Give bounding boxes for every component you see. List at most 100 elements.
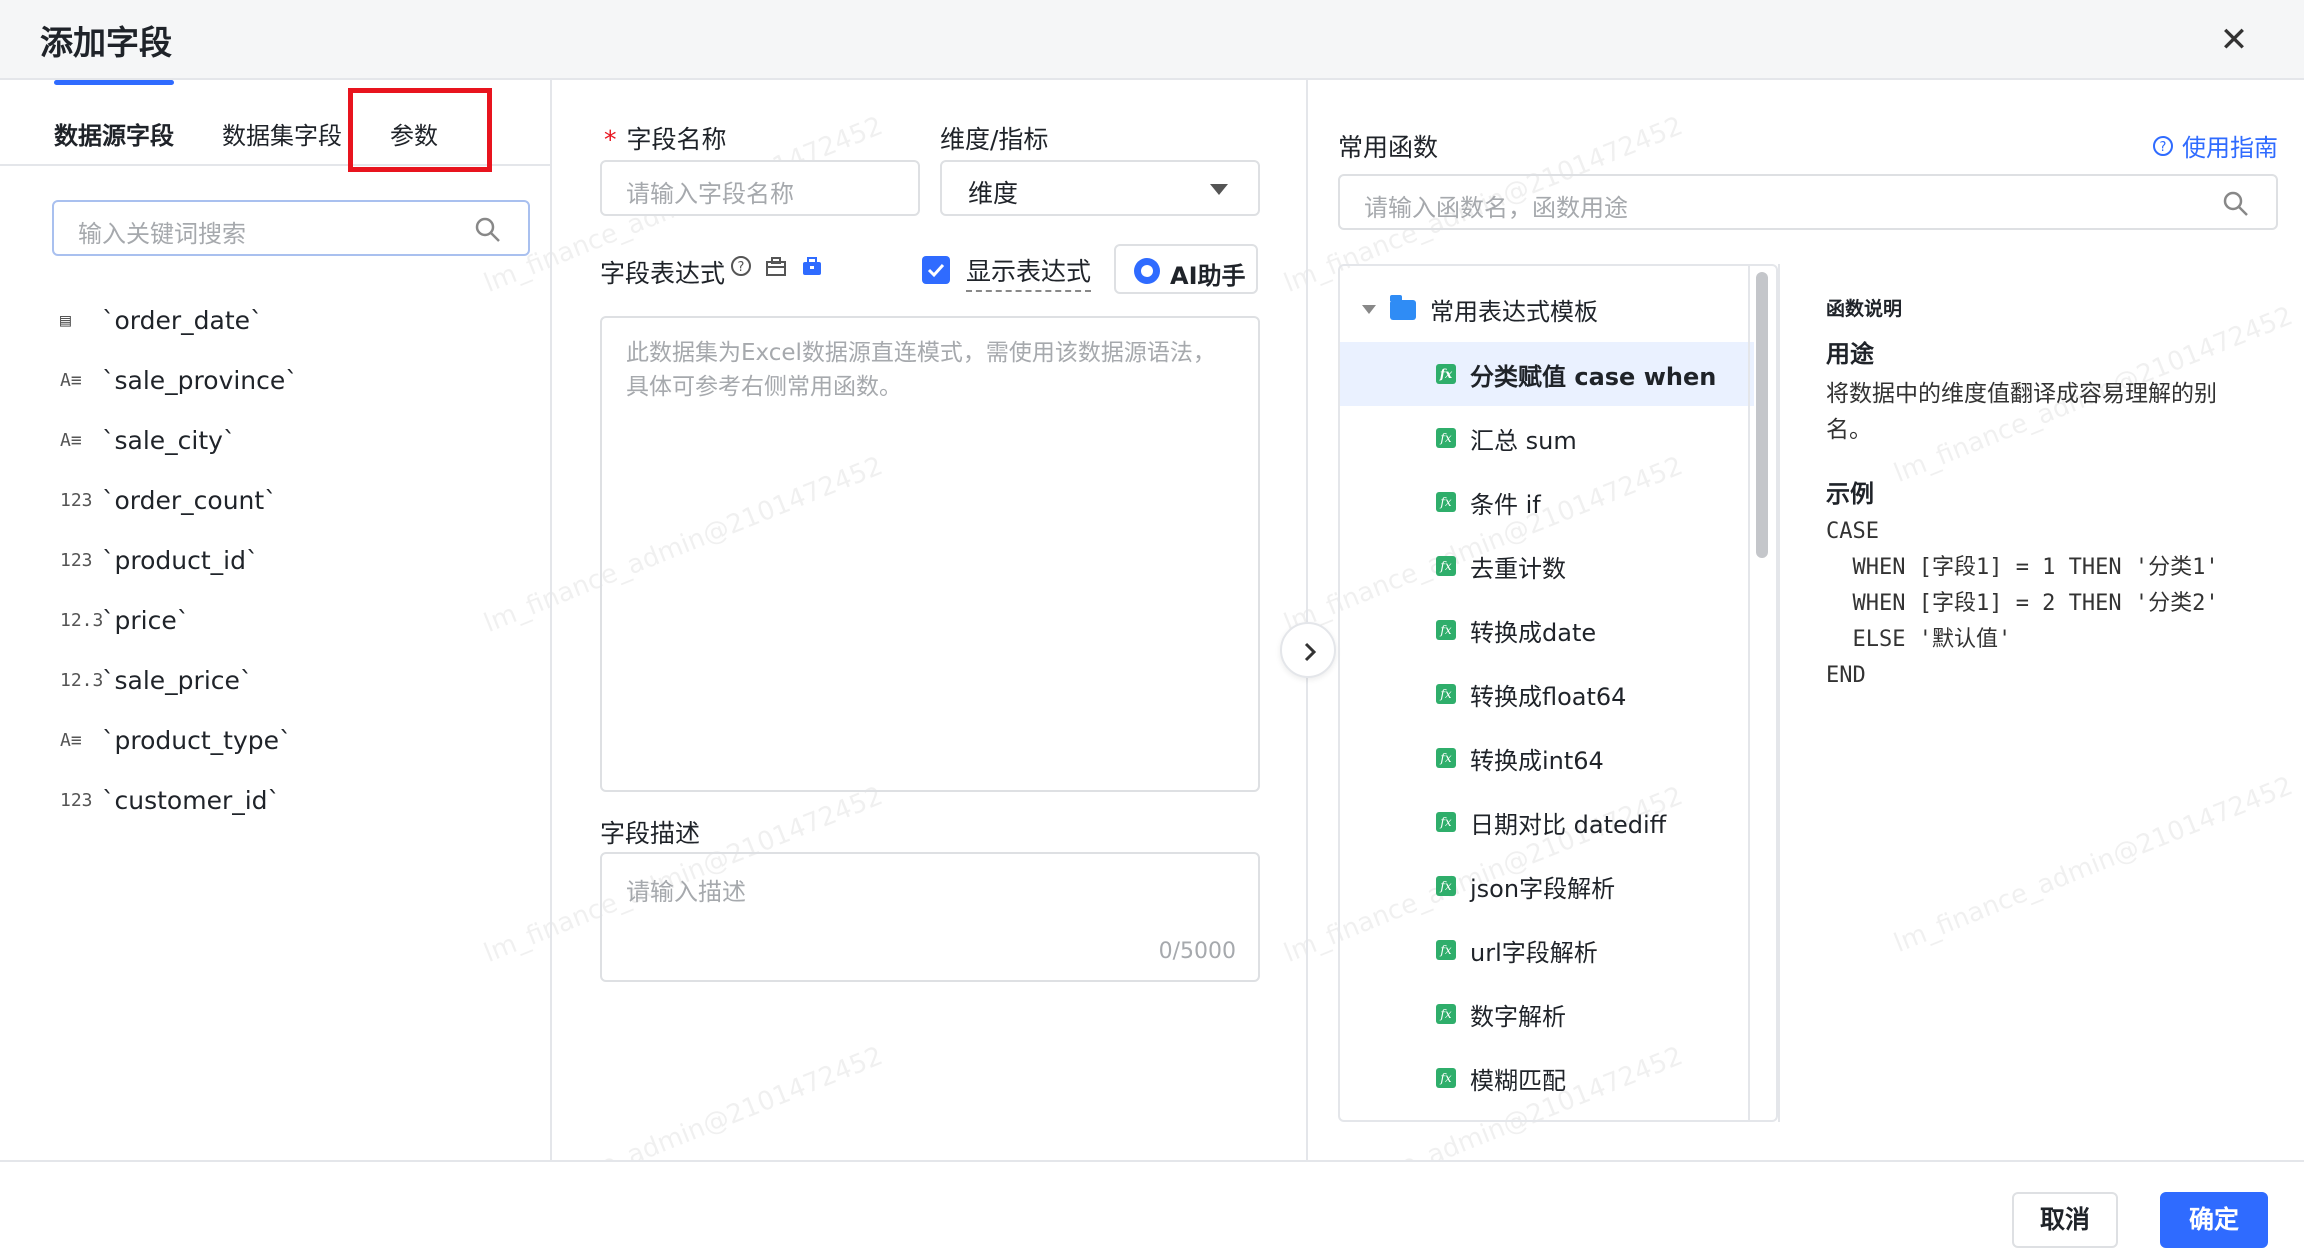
integer-icon: 123 — [60, 789, 93, 811]
ai-icon — [1134, 258, 1160, 284]
list-item[interactable]: ▤ `order_date` — [60, 290, 540, 350]
list-item[interactable]: 12.3 `price` — [60, 590, 540, 650]
doc-example-code: CASE WHEN [字段1] = 1 THEN '分类1' WHEN [字段1… — [1826, 519, 2219, 688]
briefcase-icon[interactable] — [800, 254, 824, 284]
confirm-button[interactable]: 确定 — [2160, 1192, 2268, 1248]
field-name: `price` — [102, 605, 190, 635]
dialog-footer: 取消 确定 — [0, 1160, 2304, 1258]
field-name: `order_date` — [102, 305, 263, 335]
help-icon[interactable]: ? — [730, 255, 752, 283]
tree-item-label: 模糊匹配 — [1470, 1066, 1566, 1095]
fx-icon: fx — [1436, 492, 1456, 512]
expression-label: 字段表达式 — [600, 259, 726, 288]
help-icon: ? — [2153, 135, 2173, 156]
tree-item[interactable]: fx 分类赋值 case when — [1340, 342, 1754, 406]
fx-icon: fx — [1436, 876, 1456, 896]
search-icon[interactable] — [474, 216, 502, 250]
function-doc-panel: 函数说明 用途 将数据中的维度值翻译成容易理解的别名。 示例 CASE WHEN… — [1778, 264, 2304, 1122]
tab-datasource-fields[interactable]: 数据源字段 — [54, 116, 174, 151]
panel-divider — [1306, 80, 1308, 1162]
required-mark: * — [604, 125, 617, 154]
list-item[interactable]: 123 `customer_id` — [60, 770, 540, 830]
search-placeholder: 输入关键词搜索 — [78, 220, 246, 248]
field-name-label-text: 字段名称 — [626, 125, 727, 154]
dimension-value: 维度 — [968, 179, 1019, 208]
integer-icon: 123 — [60, 549, 93, 571]
tree-item-label: 汇总 sum — [1470, 426, 1577, 455]
chevron-right-icon — [1304, 642, 1317, 662]
function-search-input[interactable]: 请输入函数名，函数用途 — [1338, 174, 2278, 230]
show-expression-label[interactable]: 显示表达式 — [966, 252, 1092, 292]
field-name: `product_id` — [102, 545, 259, 575]
description-placeholder: 请输入描述 — [626, 878, 746, 906]
tab-dataset-fields[interactable]: 数据集字段 — [222, 116, 342, 151]
list-item[interactable]: A≡ `product_type` — [60, 710, 540, 770]
tree-group-label: 常用表达式模板 — [1430, 298, 1598, 326]
search-icon[interactable] — [2222, 190, 2250, 224]
folder-icon — [1390, 294, 1416, 320]
description-textarea[interactable]: 请输入描述 0/5000 — [600, 852, 1260, 982]
tree-item[interactable]: fx 数字解析 — [1340, 982, 1754, 1046]
toolbox-icon[interactable] — [764, 254, 788, 284]
dialog-title: 添加字段 — [40, 23, 172, 62]
tree-item[interactable]: fx 转换成date — [1340, 598, 1754, 662]
tree-item[interactable]: fx 转换成int64 — [1340, 726, 1754, 790]
list-item[interactable]: 123 `product_id` — [60, 530, 540, 590]
close-icon[interactable]: ✕ — [2214, 20, 2254, 60]
tree-item[interactable]: fx json字段解析 — [1340, 854, 1754, 918]
field-name-placeholder: 请输入字段名称 — [626, 180, 794, 208]
list-item[interactable]: A≡ `sale_province` — [60, 350, 540, 410]
dialog-header: 添加字段 ✕ — [0, 0, 2304, 80]
tree-item[interactable]: fx 模糊匹配 — [1340, 1046, 1754, 1110]
character-count: 0/5000 — [1158, 939, 1236, 964]
field-name: `product_type` — [102, 725, 292, 755]
dimension-label: 维度/指标 — [940, 125, 1049, 154]
tree-item-label: 数字解析 — [1470, 1002, 1566, 1031]
fx-icon: fx — [1436, 684, 1456, 704]
fx-icon: fx — [1436, 1068, 1456, 1088]
dimension-select[interactable]: 维度 — [940, 160, 1260, 216]
tree-item-label: 转换成float64 — [1470, 682, 1627, 711]
tree-item-label: 条件 if — [1470, 490, 1541, 519]
decimal-icon: 12.3 — [60, 609, 104, 631]
tree-item-label: 日期对比 datediff — [1470, 810, 1667, 839]
tree-item[interactable]: fx 去重计数 — [1340, 534, 1754, 598]
tree-item[interactable]: fx 日期对比 datediff — [1340, 790, 1754, 854]
expand-panel-button[interactable] — [1280, 622, 1336, 678]
ai-assistant-button[interactable]: AI助手 — [1114, 244, 1258, 294]
tree-item[interactable]: fx 转换成float64 — [1340, 662, 1754, 726]
svg-text:?: ? — [2160, 140, 2167, 155]
fx-icon: fx — [1436, 364, 1456, 384]
list-item[interactable]: 12.3 `sale_price` — [60, 650, 540, 710]
field-name-input[interactable]: 请输入字段名称 — [600, 160, 920, 216]
cancel-button[interactable]: 取消 — [2012, 1192, 2118, 1248]
tree-item[interactable]: fx 汇总 sum — [1340, 406, 1754, 470]
fx-icon: fx — [1436, 556, 1456, 576]
doc-heading: 函数说明 — [1826, 298, 1903, 320]
field-name: `sale_city` — [102, 425, 236, 455]
fx-icon: fx — [1436, 748, 1456, 768]
tree-item-label: 去重计数 — [1470, 554, 1566, 583]
usage-guide-link[interactable]: ? 使用指南 — [2152, 128, 2278, 163]
scrollbar-thumb[interactable] — [1756, 272, 1768, 558]
fx-icon: fx — [1436, 940, 1456, 960]
tree-item-label: json字段解析 — [1470, 874, 1616, 903]
tree-group[interactable]: 常用表达式模板 — [1362, 292, 1598, 327]
fx-icon: fx — [1436, 1004, 1456, 1024]
field-search-input[interactable]: 输入关键词搜索 — [52, 200, 530, 256]
tree-item[interactable]: fx url字段解析 — [1340, 918, 1754, 982]
tree-item-label: url字段解析 — [1470, 938, 1598, 967]
function-search-placeholder: 请输入函数名，函数用途 — [1364, 194, 1628, 222]
svg-text:?: ? — [738, 260, 745, 275]
ai-assistant-label: AI助手 — [1170, 262, 1246, 290]
doc-example-title: 示例 — [1826, 480, 1874, 508]
field-name: `sale_price` — [102, 665, 253, 695]
list-item[interactable]: A≡ `sale_city` — [60, 410, 540, 470]
expression-editor[interactable]: 此数据集为Excel数据源直连模式，需使用该数据源语法，具体可参考右侧常用函数。 — [600, 316, 1260, 792]
tree-item[interactable]: fx 条件 if — [1340, 470, 1754, 534]
tree-item-label: 转换成date — [1470, 618, 1597, 647]
show-expression-checkbox[interactable] — [922, 256, 950, 284]
list-item[interactable]: 123 `order_count` — [60, 470, 540, 530]
text-icon: A≡ — [60, 369, 82, 391]
caret-down-icon[interactable] — [1362, 305, 1376, 314]
